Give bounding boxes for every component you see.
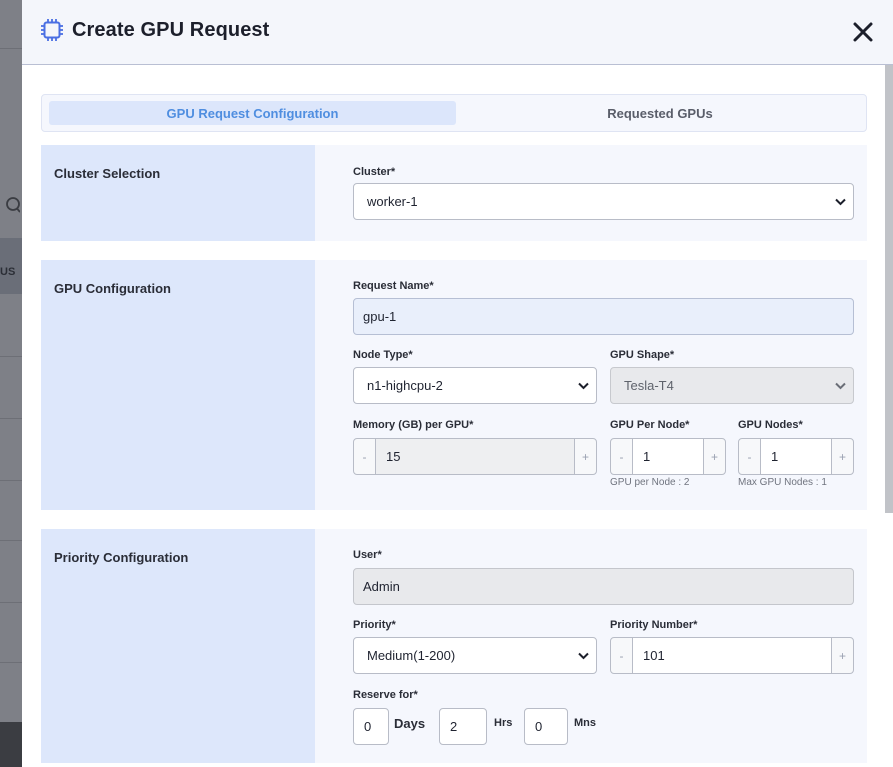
gpu-nodes-label: GPU Nodes* — [738, 419, 803, 431]
tab-gpu-request-configuration[interactable]: GPU Request Configuration — [49, 101, 456, 125]
memory-input[interactable]: 15 — [376, 438, 574, 475]
section-title: Cluster Selection — [54, 166, 161, 181]
backdrop-divider — [0, 602, 22, 603]
modal-body: GPU Request Configuration Requested GPUs… — [22, 65, 885, 767]
backdrop-divider — [0, 662, 22, 663]
priority-select[interactable]: Medium(1-200) — [353, 637, 597, 674]
gpu-nodes-stepper: - 1 + — [738, 438, 854, 475]
reserve-hours-input[interactable]: 2 — [439, 708, 487, 745]
memory-label: Memory (GB) per GPU* — [353, 419, 474, 431]
node-type-label: Node Type* — [353, 349, 413, 361]
chevron-down-icon — [835, 382, 846, 390]
mns-unit-label: Mns — [574, 717, 596, 729]
node-type-select[interactable]: n1-highcpu-2 — [353, 367, 597, 404]
search-icon — [6, 197, 20, 213]
node-type-value: n1-highcpu-2 — [367, 378, 443, 393]
cluster-select[interactable]: worker-1 — [353, 183, 854, 220]
modal-title-group: Create GPU Request — [40, 18, 269, 42]
cluster-value: worker-1 — [367, 194, 418, 209]
chevron-down-icon — [578, 382, 589, 390]
gpu-per-node-hint: GPU per Node : 2 — [610, 477, 690, 488]
chevron-down-icon — [835, 198, 846, 206]
gpu-per-node-stepper: - 1 + — [610, 438, 726, 475]
section-title: GPU Configuration — [54, 281, 171, 296]
user-label: User* — [353, 549, 382, 561]
reserve-days-input[interactable]: 0 — [353, 708, 389, 745]
gpu-shape-select[interactable]: Tesla-T4 — [610, 367, 854, 404]
request-name-label: Request Name* — [353, 280, 434, 292]
gpu-per-node-increment-button[interactable]: + — [703, 438, 726, 475]
reserve-for-label: Reserve for* — [353, 689, 418, 701]
gpu-nodes-hint: Max GPU Nodes : 1 — [738, 477, 827, 488]
section-title: Priority Configuration — [54, 550, 189, 565]
modal-title: Create GPU Request — [72, 18, 270, 41]
backdrop-divider — [0, 540, 22, 541]
create-gpu-request-modal: Create GPU Request GPU Request Configura… — [22, 0, 893, 767]
days-unit-label: Days — [394, 716, 426, 731]
tab-requested-gpus[interactable]: Requested GPUs — [456, 101, 864, 125]
gpu-nodes-decrement-button[interactable]: - — [738, 438, 761, 475]
tab-bar: GPU Request Configuration Requested GPUs — [41, 94, 867, 132]
backdrop-footer — [0, 722, 22, 767]
close-icon[interactable] — [851, 20, 875, 44]
priority-value: Medium(1-200) — [367, 648, 456, 663]
priority-label: Priority* — [353, 619, 396, 631]
backdrop-divider — [0, 356, 22, 357]
modal-header: Create GPU Request — [22, 0, 893, 65]
backdrop-text: US — [0, 266, 16, 278]
gpu-shape-value: Tesla-T4 — [624, 378, 674, 393]
gpu-per-node-input[interactable]: 1 — [633, 438, 703, 475]
section-sidebar — [41, 260, 315, 510]
user-input[interactable]: Admin — [353, 568, 854, 605]
chip-icon — [41, 19, 63, 41]
priority-number-label: Priority Number* — [610, 619, 698, 631]
section-sidebar — [41, 145, 315, 241]
request-name-input[interactable]: gpu-1 — [353, 298, 854, 335]
priority-number-input[interactable]: 101 — [633, 637, 831, 674]
gpu-nodes-increment-button[interactable]: + — [831, 438, 854, 475]
backdrop: US — [0, 0, 22, 767]
chevron-down-icon — [578, 652, 589, 660]
priority-number-stepper: - 101 + — [610, 637, 854, 674]
cluster-label: Cluster* — [353, 166, 396, 178]
gpu-per-node-label: GPU Per Node* — [610, 419, 690, 431]
gpu-nodes-input[interactable]: 1 — [761, 438, 831, 475]
memory-stepper: - 15 + — [353, 438, 597, 475]
backdrop-divider — [0, 48, 22, 49]
memory-increment-button[interactable]: + — [574, 438, 597, 475]
scrollbar-thumb[interactable] — [885, 65, 893, 513]
backdrop-divider — [0, 480, 22, 481]
priority-number-increment-button[interactable]: + — [831, 637, 854, 674]
reserve-minutes-input[interactable]: 0 — [524, 708, 568, 745]
priority-number-decrement-button[interactable]: - — [610, 637, 633, 674]
hrs-unit-label: Hrs — [494, 717, 513, 729]
memory-decrement-button[interactable]: - — [353, 438, 376, 475]
backdrop-divider — [0, 418, 22, 419]
gpu-per-node-decrement-button[interactable]: - — [610, 438, 633, 475]
gpu-shape-label: GPU Shape* — [610, 349, 675, 361]
